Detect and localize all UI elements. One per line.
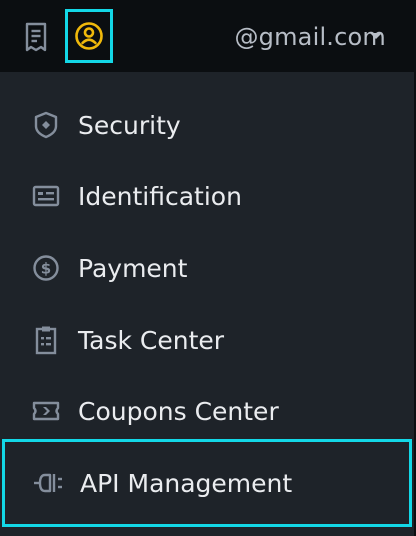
account-button[interactable] <box>65 9 113 63</box>
menu-item-payment[interactable]: $ Payment <box>0 233 414 303</box>
id-card-icon <box>31 181 61 211</box>
dollar-circle-icon: $ <box>31 253 61 283</box>
menu-item-label: Payment <box>78 253 188 283</box>
api-plug-icon <box>33 468 63 498</box>
menu-item-label: Task Center <box>78 325 225 355</box>
clipboard-icon <box>31 325 61 355</box>
menu-item-coupons-center[interactable]: Coupons Center <box>0 376 414 446</box>
ticket-icon <box>31 396 61 426</box>
account-menu: Security Identification $ Payment Task C… <box>0 72 416 536</box>
menu-item-api-management[interactable]: API Management <box>2 439 412 527</box>
caret-down-icon[interactable] <box>370 33 382 39</box>
menu-item-label: Security <box>78 110 181 140</box>
menu-item-task-center[interactable]: Task Center <box>0 305 414 375</box>
account-email[interactable]: @gmail.com <box>234 18 386 56</box>
receipt-icon <box>24 22 48 52</box>
orders-button[interactable] <box>20 18 52 56</box>
svg-text:$: $ <box>41 260 51 278</box>
menu-item-label: API Management <box>80 468 293 498</box>
shield-icon <box>31 110 61 140</box>
menu-item-identification[interactable]: Identification <box>0 161 414 231</box>
account-dropdown-frame: @gmail.com Security Identification $ Pay… <box>0 0 416 536</box>
menu-item-label: Identification <box>78 181 242 211</box>
top-bar: @gmail.com <box>0 0 416 72</box>
menu-item-security[interactable]: Security <box>0 90 414 160</box>
user-circle-icon <box>74 21 104 51</box>
menu-item-label: Coupons Center <box>78 396 279 426</box>
